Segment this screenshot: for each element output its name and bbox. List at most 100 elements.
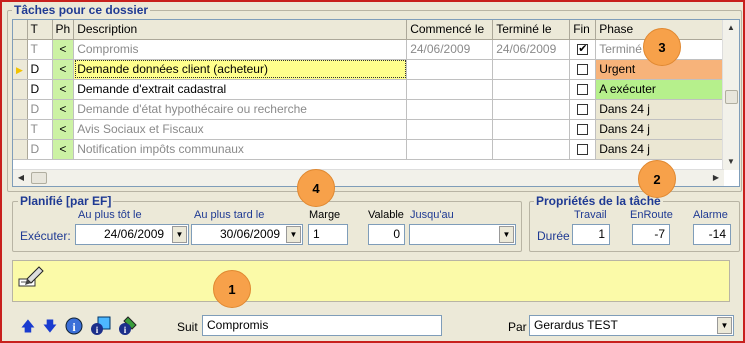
move-up-icon[interactable]: 🡅 (18, 316, 38, 336)
marge-input[interactable]: 1 (308, 224, 348, 245)
planifie-title: Planifié [par EF] (18, 194, 114, 208)
fin-checkbox[interactable] (577, 124, 589, 136)
alarme-input[interactable]: -14 (693, 224, 731, 245)
cell-phase[interactable]: Dans 24 j (595, 119, 725, 140)
scroll-down-icon[interactable]: ▼ (723, 154, 739, 170)
cell-commence[interactable]: 24/06/2009 (406, 39, 494, 60)
scroll-up-icon[interactable]: ▲ (723, 20, 739, 36)
cell-t[interactable]: D (27, 139, 53, 160)
callout-badge-4: 4 (297, 169, 335, 207)
cell-t[interactable]: T (27, 119, 53, 140)
cell-description[interactable]: Demande données client (acheteur) (73, 59, 408, 80)
cell-t[interactable]: D (27, 79, 53, 100)
scroll-thumb[interactable] (725, 90, 738, 104)
table-row[interactable]: T < Avis Sociaux et Fiscaux Dans 24 j (13, 119, 725, 140)
cell-termine[interactable]: 24/06/2009 (492, 39, 571, 60)
cell-ph[interactable]: < (52, 139, 75, 160)
table-row[interactable]: D < Demande d'extrait cadastral A exécuter (13, 79, 725, 100)
cell-description[interactable]: Demande d'extrait cadastral (73, 79, 408, 100)
fin-checkbox[interactable] (577, 84, 589, 96)
note-area[interactable] (12, 260, 730, 302)
fin-checkbox[interactable] (577, 64, 589, 76)
row-selector[interactable]: ▶ (13, 59, 28, 80)
cell-fin[interactable] (569, 79, 597, 100)
au-plus-tot-date[interactable]: 24/06/2009 ▼ (75, 224, 189, 245)
cell-fin[interactable] (569, 59, 597, 80)
cell-commence[interactable] (406, 79, 494, 100)
cell-commence[interactable] (406, 139, 494, 160)
cell-commence[interactable] (406, 59, 494, 80)
cell-termine[interactable] (492, 59, 571, 80)
col-header-description[interactable]: Description (73, 20, 408, 40)
suit-input[interactable]: Compromis (202, 315, 442, 336)
cell-ph[interactable]: < (52, 99, 75, 120)
row-selector[interactable] (13, 139, 28, 160)
row-selector-header (13, 20, 28, 40)
valable-input[interactable]: 0 (368, 224, 405, 245)
cell-ph[interactable]: < (52, 59, 75, 80)
table-row[interactable]: ▶ D < Demande données client (acheteur) Urge… (13, 59, 725, 80)
cell-phase[interactable]: Dans 24 j (595, 139, 725, 160)
valable-label: Valable (368, 209, 404, 221)
task-grid[interactable]: T Ph Description Commencé le Terminé le … (12, 19, 740, 187)
travail-input[interactable]: 1 (572, 224, 610, 245)
col-header-ph[interactable]: Ph (52, 20, 75, 40)
fin-checkbox[interactable] (577, 104, 589, 116)
callout-badge-3: 3 (643, 28, 681, 66)
cell-fin[interactable] (569, 39, 597, 60)
cell-termine[interactable] (492, 79, 571, 100)
scroll-left-icon[interactable]: ◀ (13, 170, 29, 186)
cell-fin[interactable] (569, 119, 597, 140)
cell-fin[interactable] (569, 139, 597, 160)
info-icon[interactable]: i (64, 316, 84, 336)
col-header-t[interactable]: T (27, 20, 53, 40)
cell-phase[interactable]: A exécuter (595, 79, 725, 100)
table-row[interactable]: D < Demande d'état hypothécaire ou recherc… (13, 99, 725, 120)
cell-t[interactable]: D (27, 59, 53, 80)
cell-t[interactable]: D (27, 99, 53, 120)
col-header-fin[interactable]: Fin (569, 20, 597, 40)
chevron-down-icon[interactable]: ▼ (286, 226, 301, 243)
cell-description[interactable]: Compromis (73, 39, 408, 60)
cell-phase[interactable]: Dans 24 j (595, 99, 725, 120)
chevron-down-icon[interactable]: ▼ (717, 317, 732, 334)
grid-horizontal-scrollbar[interactable]: ◀ ▶ (13, 169, 724, 186)
cell-termine[interactable] (492, 99, 571, 120)
cell-ph[interactable]: < (52, 119, 75, 140)
hscroll-thumb[interactable] (31, 172, 47, 184)
chevron-down-icon[interactable]: ▼ (172, 226, 187, 243)
cell-termine[interactable] (492, 119, 571, 140)
col-header-commence[interactable]: Commencé le (406, 20, 494, 40)
scroll-right-icon[interactable]: ▶ (708, 170, 724, 186)
travail-label: Travail (574, 209, 607, 221)
move-down-icon[interactable]: 🡇 (40, 316, 60, 336)
task-info-icon[interactable]: i (90, 316, 111, 336)
cell-description[interactable]: Notification impôts communaux (73, 139, 408, 160)
fin-checkbox[interactable] (577, 144, 589, 156)
note-pencil-icon[interactable] (17, 265, 45, 289)
row-selector[interactable] (13, 99, 28, 120)
cell-description[interactable]: Demande d'état hypothécaire ou recherche (73, 99, 408, 120)
enroute-input[interactable]: -7 (632, 224, 670, 245)
au-plus-tard-date[interactable]: 30/06/2009 ▼ (191, 224, 303, 245)
par-select[interactable]: Gerardus TEST ▼ (529, 315, 734, 336)
cell-ph[interactable]: < (52, 39, 75, 60)
row-selector[interactable] (13, 79, 28, 100)
row-selector[interactable] (13, 39, 28, 60)
tools-info-icon[interactable]: i (118, 316, 138, 336)
cell-ph[interactable]: < (52, 79, 75, 100)
fin-checkbox[interactable] (577, 42, 589, 56)
cell-fin[interactable] (569, 99, 597, 120)
cell-description[interactable]: Avis Sociaux et Fiscaux (73, 119, 408, 140)
chevron-down-icon[interactable]: ▼ (499, 226, 514, 243)
table-row[interactable]: T<Compromis24/06/200924/06/2009Terminé (13, 39, 725, 60)
jusquau-select[interactable]: ▼ (409, 224, 516, 245)
cell-commence[interactable] (406, 119, 494, 140)
col-header-termine[interactable]: Terminé le (492, 20, 571, 40)
table-row[interactable]: D < Notification impôts communaux Dans 24 j (13, 139, 725, 160)
cell-termine[interactable] (492, 139, 571, 160)
grid-vertical-scrollbar[interactable]: ▲ ▼ (722, 20, 739, 170)
row-selector[interactable] (13, 119, 28, 140)
cell-t[interactable]: T (27, 39, 53, 60)
cell-commence[interactable] (406, 99, 494, 120)
